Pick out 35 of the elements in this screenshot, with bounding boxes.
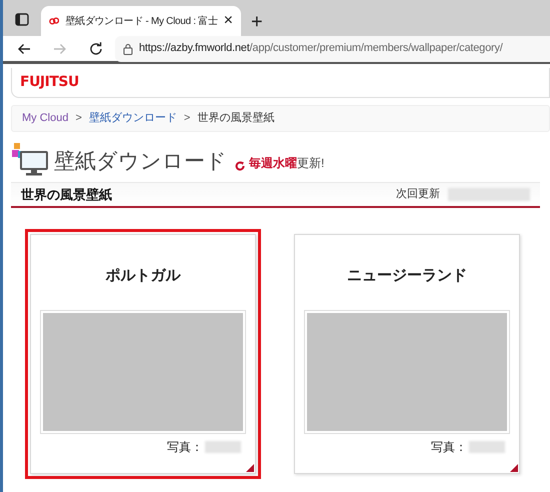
card-title: ニュージーランド [347, 266, 467, 286]
lock-icon[interactable] [123, 42, 133, 54]
breadcrumb-separator: > [75, 111, 82, 126]
new-tab-button[interactable]: + [251, 12, 263, 32]
redacted-text [469, 440, 505, 452]
credit-label: 写真： [167, 438, 203, 456]
logo-text[interactable]: FUJITSU [20, 72, 79, 93]
card-title: ポルトガル [106, 266, 180, 286]
address-bar[interactable]: https://azby.fmworld.net/app/customer/premium/members/wallpaper/category/ [115, 36, 550, 62]
corner-triangle-icon [246, 464, 254, 472]
update-note: 毎週水曜更新! [249, 155, 324, 172]
page-title: 壁紙ダウンロード [54, 151, 227, 172]
tab-title: 壁紙ダウンロード - My Cloud : 富士 [65, 14, 218, 28]
wallpaper-thumbnail[interactable] [40, 310, 246, 434]
url-text: https://azby.fmworld.net/app/customer/premium/members/wallpaper/category/ [139, 41, 503, 56]
wallpaper-thumbnail[interactable] [304, 310, 510, 434]
wallpaper-card[interactable]: ニュージーランド 写真： [294, 234, 520, 474]
redacted-text [205, 440, 241, 452]
credit-label: 写真： [431, 438, 467, 456]
monitor-icon [12, 143, 50, 176]
section-title: 世界の風景壁紙 [21, 186, 112, 204]
close-button[interactable]: × [224, 9, 233, 33]
next-update-label: 次回更新 [396, 186, 440, 202]
breadcrumb-text: 世界の風景壁紙 [197, 110, 274, 126]
wallpaper-card[interactable]: ポルトガル 写真： [30, 234, 256, 474]
breadcrumb-link[interactable]: 壁紙ダウンロード [88, 110, 177, 127]
reload-icon[interactable] [89, 42, 103, 56]
browser-tab[interactable]: 壁紙ダウンロード - My Cloud : 富士 × [41, 6, 241, 36]
corner-triangle-icon [510, 464, 518, 472]
link-icon [49, 16, 60, 26]
refresh-icon [235, 161, 245, 171]
breadcrumb-separator: > [184, 111, 190, 126]
back-icon[interactable] [17, 42, 31, 54]
sidebar-icon[interactable] [15, 12, 29, 26]
breadcrumb-link[interactable]: My Cloud [22, 110, 68, 127]
